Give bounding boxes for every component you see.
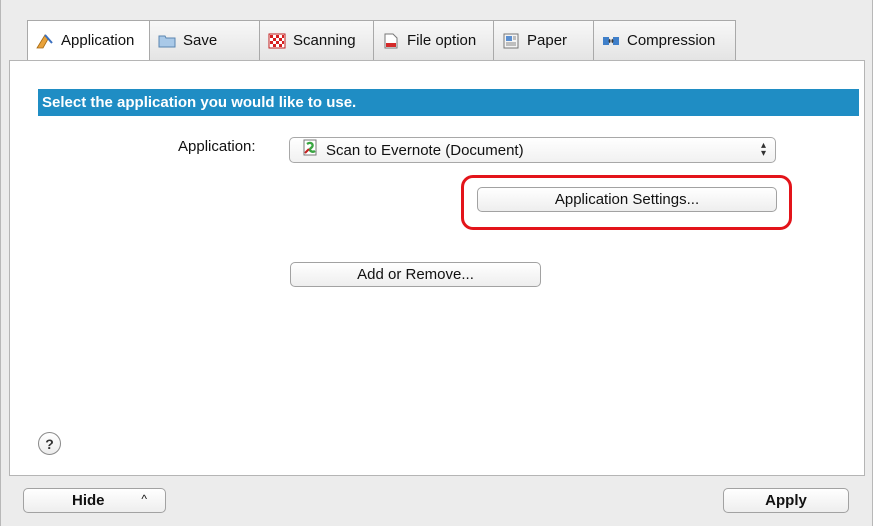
- apply-button[interactable]: Apply: [723, 488, 849, 513]
- compression-icon: [602, 33, 620, 49]
- evernote-icon: [302, 139, 320, 161]
- tab-scanning[interactable]: Scanning: [260, 20, 374, 60]
- scanning-icon: [268, 33, 286, 49]
- tab-label: Paper: [527, 32, 568, 49]
- tab-paper[interactable]: Paper: [494, 20, 594, 60]
- chevron-up-icon: ^: [141, 492, 147, 506]
- tab-label: Application: [61, 32, 135, 49]
- tab-label: Scanning: [293, 32, 356, 49]
- application-select[interactable]: Scan to Evernote (Document) ▴ ▾: [289, 137, 776, 163]
- tabs: Application Save Scanning File option Pa…: [27, 20, 736, 60]
- highlight-callout: [461, 175, 792, 230]
- tab-label: Save: [183, 32, 218, 49]
- tab-save[interactable]: Save: [150, 20, 260, 60]
- scan-settings-window: Application Save Scanning File option Pa…: [0, 0, 873, 526]
- tab-label: File option: [407, 32, 477, 49]
- application-panel: Select the application you would like to…: [9, 60, 865, 476]
- hide-button[interactable]: Hide ^: [23, 488, 166, 513]
- hide-button-label: Hide: [72, 492, 105, 509]
- folder-icon: [158, 33, 176, 49]
- application-select-value: Scan to Evernote (Document): [326, 141, 524, 159]
- tab-bar: Application Save Scanning File option Pa…: [1, 0, 872, 62]
- application-icon: [36, 33, 54, 49]
- help-button[interactable]: ?: [38, 432, 61, 455]
- tab-compression[interactable]: Compression: [594, 20, 736, 60]
- tab-application[interactable]: Application: [27, 20, 150, 60]
- instruction-banner: Select the application you would like to…: [38, 89, 859, 116]
- file-icon: [382, 33, 400, 49]
- tab-file-option[interactable]: File option: [374, 20, 494, 60]
- paper-icon: [502, 33, 520, 49]
- tab-label: Compression: [627, 32, 716, 49]
- bottom-bar: Hide ^ Apply: [1, 476, 872, 526]
- updown-arrows-icon: ▴ ▾: [760, 140, 766, 159]
- add-or-remove-button[interactable]: Add or Remove...: [290, 262, 541, 287]
- application-label: Application:: [178, 138, 256, 155]
